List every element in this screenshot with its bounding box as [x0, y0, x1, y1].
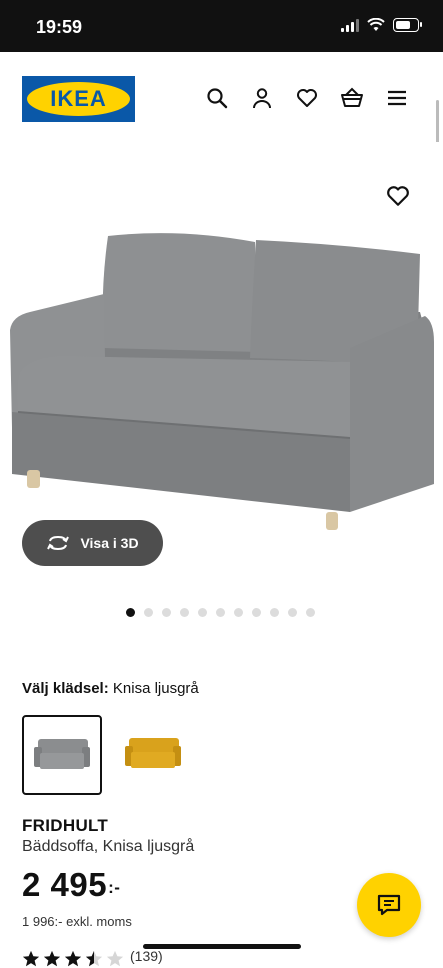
- swatch-yellow[interactable]: [114, 715, 192, 793]
- price-value: 2 495: [22, 866, 108, 903]
- gallery-dot[interactable]: [234, 608, 243, 617]
- fabric-selection: Välj klädsel: Knisa ljusgrå: [22, 680, 199, 697]
- product-image-sofa: [10, 233, 434, 530]
- chat-button[interactable]: [357, 873, 421, 937]
- status-bar: 19:59: [0, 0, 443, 52]
- rating-count[interactable]: (139): [130, 948, 163, 964]
- star-icon: [85, 950, 103, 967]
- user-icon[interactable]: [250, 86, 274, 110]
- gallery-dot[interactable]: [198, 608, 207, 617]
- price-suffix: :-: [108, 878, 121, 897]
- battery-level: [396, 21, 410, 29]
- battery-icon: [393, 18, 422, 32]
- fabric-label: Välj klädsel:: [22, 680, 109, 697]
- product-description: Bäddsoffa, Knisa ljusgrå: [22, 838, 195, 855]
- heart-icon[interactable]: [295, 86, 319, 110]
- gallery-dot[interactable]: [270, 608, 279, 617]
- view-in-3d-button[interactable]: Visa i 3D: [22, 520, 163, 566]
- wifi-icon: [367, 18, 385, 31]
- ikea-logo[interactable]: IKEA: [22, 76, 135, 122]
- gallery-dot[interactable]: [306, 608, 315, 617]
- fabric-value: Knisa ljusgrå: [112, 680, 199, 697]
- rotate-3d-icon: [47, 535, 70, 551]
- home-indicator: [143, 944, 301, 949]
- swatch-light-grey[interactable]: [22, 715, 102, 795]
- star-icon: [43, 950, 61, 967]
- star-icon: [22, 950, 40, 967]
- gallery-dot[interactable]: [126, 608, 135, 617]
- add-to-wishlist-heart-icon[interactable]: [386, 185, 410, 209]
- star-icon: [64, 950, 82, 967]
- product-name: FRIDHULT: [22, 816, 109, 835]
- gallery-dot[interactable]: [162, 608, 171, 617]
- chat-icon: [377, 894, 401, 916]
- status-icons: [341, 18, 422, 32]
- gallery-dot[interactable]: [216, 608, 225, 617]
- logo-text: IKEA: [27, 82, 130, 116]
- signal-icon: [341, 18, 359, 32]
- price-excl-vat: 1 996:- exkl. moms: [22, 914, 132, 929]
- menu-icon[interactable]: [385, 86, 409, 110]
- status-time: 19:59: [36, 17, 83, 37]
- header-nav: [205, 86, 409, 110]
- product-price: 2 495:-: [22, 866, 120, 904]
- gallery-dot[interactable]: [288, 608, 297, 617]
- search-icon[interactable]: [205, 86, 229, 110]
- gallery-dot[interactable]: [180, 608, 189, 617]
- view-in-3d-label: Visa i 3D: [80, 535, 139, 551]
- fabric-swatches: [22, 715, 192, 795]
- basket-icon[interactable]: [340, 86, 364, 110]
- star-icon: [106, 950, 124, 967]
- site-header: IKEA: [0, 52, 443, 142]
- gallery-pagination[interactable]: [126, 608, 315, 617]
- rating-stars[interactable]: [22, 950, 124, 968]
- gallery-dot[interactable]: [252, 608, 261, 617]
- gallery-dot[interactable]: [144, 608, 153, 617]
- product-gallery[interactable]: Visa i 3D: [0, 142, 443, 642]
